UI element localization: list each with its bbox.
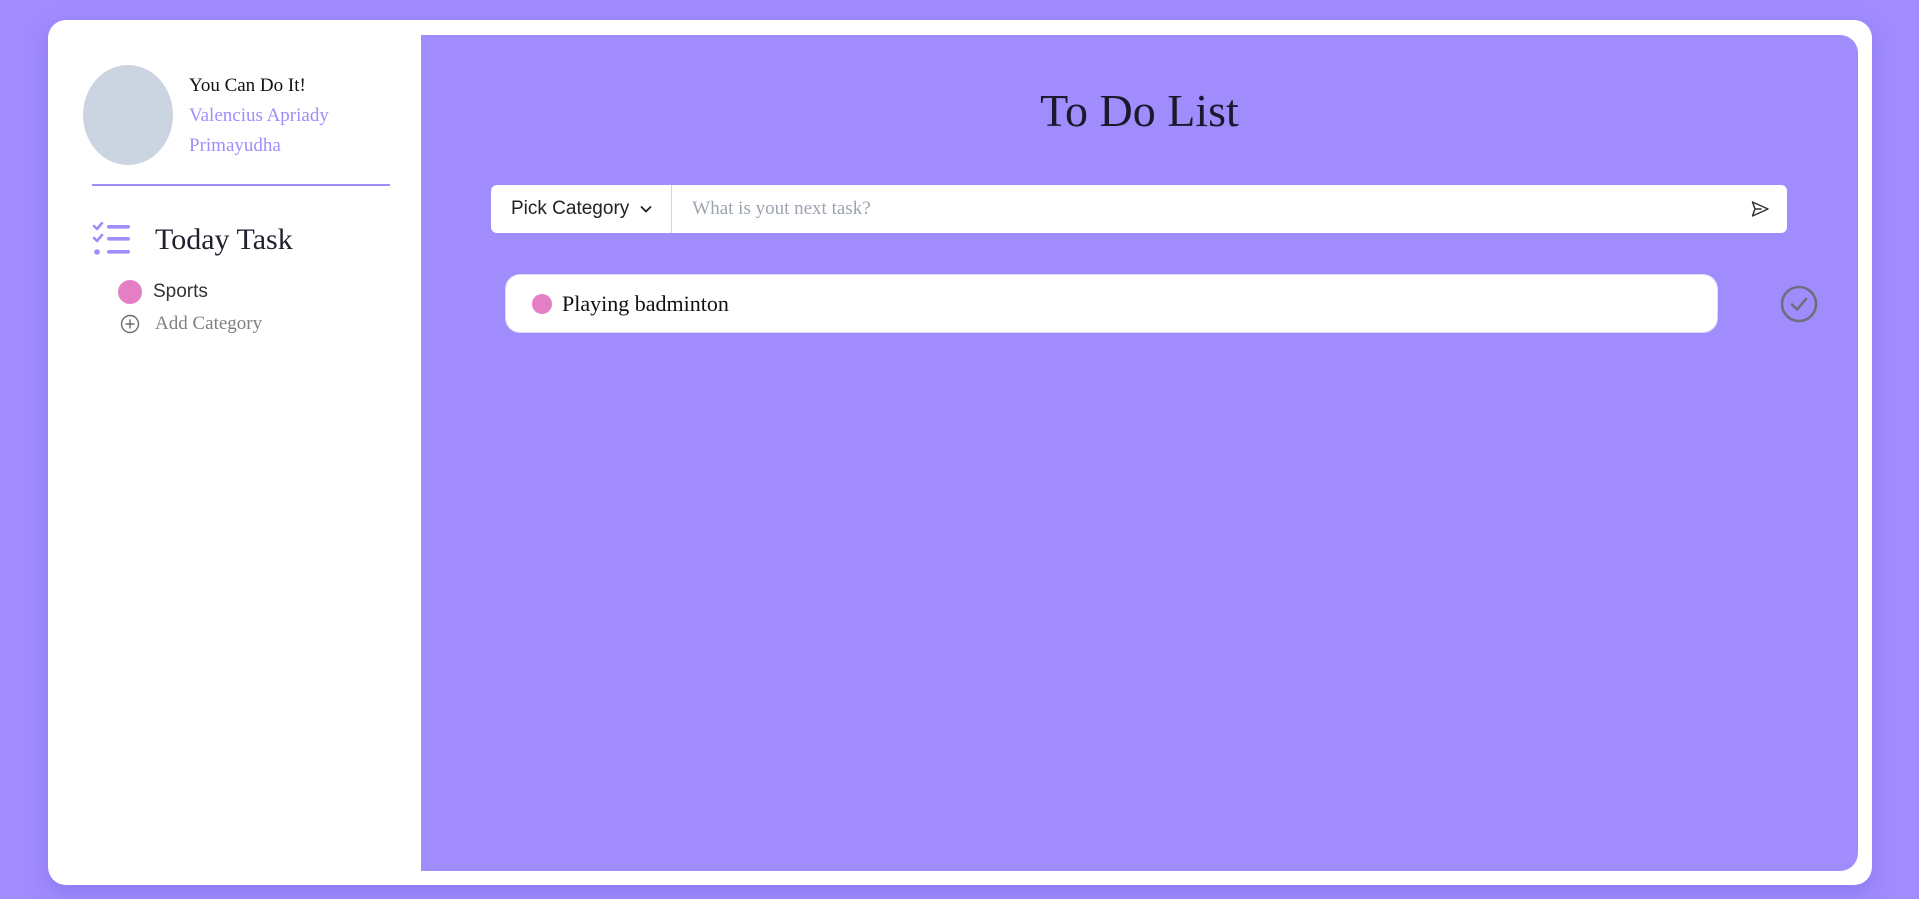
send-button[interactable] (1733, 185, 1787, 233)
profile-name: Valencius Apriady Primayudha (189, 105, 329, 156)
category-item-sports[interactable]: Sports (118, 275, 262, 309)
profile-info: You Can Do It! Valencius Apriady Primayu… (189, 71, 369, 161)
app-card: You Can Do It! Valencius Apriady Primayu… (48, 20, 1872, 885)
task-text: Playing badminton (562, 290, 729, 316)
task-input[interactable] (672, 185, 1733, 233)
send-icon (1751, 201, 1769, 217)
complete-task-button[interactable] (1780, 285, 1818, 323)
checklist-icon (92, 222, 130, 255)
category-color-dot (118, 280, 142, 304)
category-list: Sports Add Category (118, 275, 262, 339)
task-item[interactable]: Playing badminton (506, 275, 1717, 332)
page-title: To Do List (1040, 85, 1239, 136)
main-panel: To Do List Pick Category Playing badmint… (421, 35, 1858, 871)
plus-circle-icon (120, 314, 140, 334)
sidebar: You Can Do It! Valencius Apriady Primayu… (48, 20, 421, 885)
avatar (83, 65, 173, 165)
category-dropdown[interactable]: Pick Category (491, 185, 673, 233)
today-task-title: Today Task (155, 223, 293, 256)
check-circle-icon (1780, 285, 1818, 323)
today-task-header: Today Task (92, 220, 293, 260)
task-category-dot (532, 293, 552, 314)
new-task-form: Pick Category (491, 185, 1787, 233)
category-dropdown-label: Pick Category (511, 198, 630, 219)
category-label: Sports (153, 281, 208, 302)
add-category-button[interactable]: Add Category (118, 309, 262, 339)
sidebar-divider (92, 184, 390, 186)
chevron-down-icon (640, 206, 652, 213)
profile-motto: You Can Do It! (189, 75, 306, 96)
add-category-label: Add Category (155, 313, 263, 334)
